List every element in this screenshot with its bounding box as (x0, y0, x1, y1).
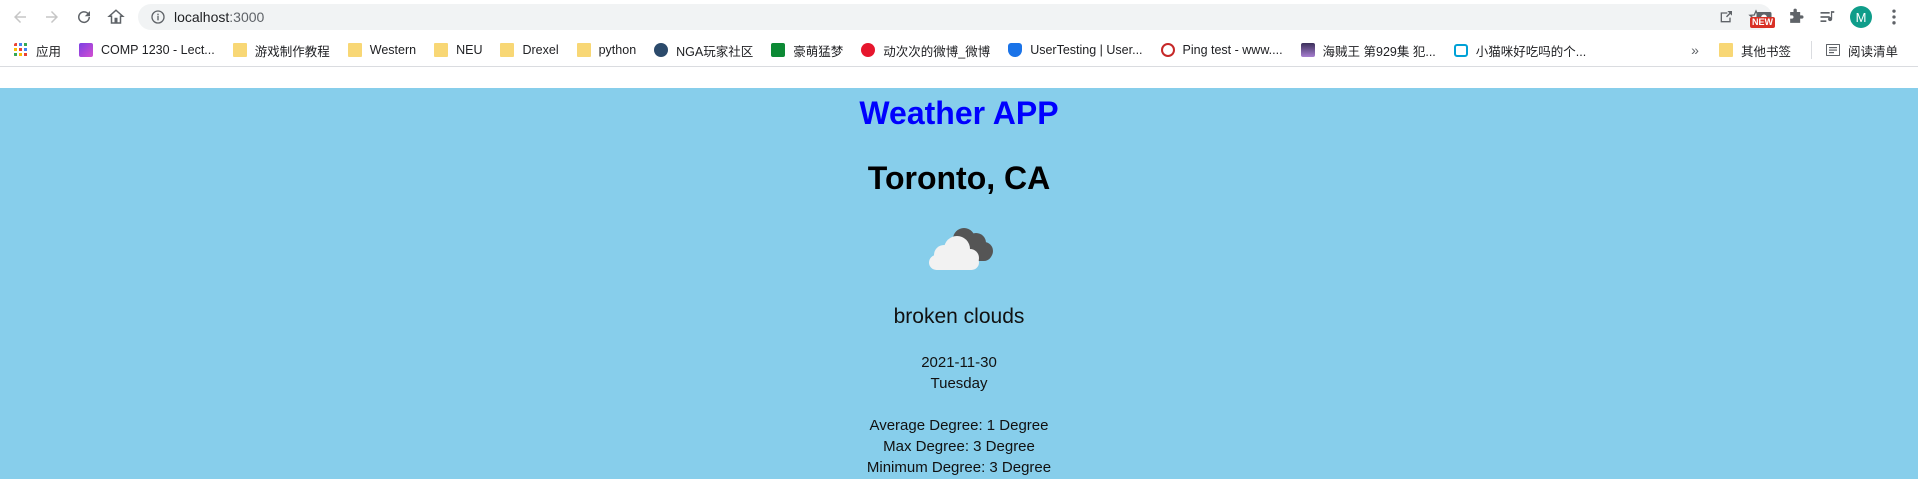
bookmark-label: 游戏制作教程 (254, 44, 330, 59)
bookmark-usertesting[interactable]: UserTesting | User... (1002, 38, 1148, 62)
folder-icon (576, 43, 591, 57)
app-title: Weather APP (859, 95, 1059, 131)
puzzle-icon (1790, 8, 1804, 23)
url-port: :3000 (229, 9, 265, 25)
bookmark-nga[interactable]: NGA玩家社区 (648, 38, 759, 62)
folder-icon (347, 43, 362, 57)
arrow-right-icon (46, 11, 58, 23)
new-badge: NEW (1750, 17, 1775, 28)
bookmark-apps[interactable]: 应用 (8, 38, 67, 62)
bookmark-folder-game[interactable]: 游戏制作教程 (227, 38, 336, 62)
share-icon[interactable] (1718, 9, 1734, 25)
divider (1810, 41, 1812, 59)
max-degree: Max Degree: 3 Degree (883, 438, 1035, 455)
bookmark-comp1230[interactable]: COMP 1230 - Lect... (73, 38, 221, 62)
bookmark-label: 应用 (36, 44, 62, 59)
info-icon[interactable] (150, 9, 166, 25)
bookmark-label: NGA玩家社区 (676, 44, 754, 59)
browser-toolbar: localhost:3000 NEW M (0, 0, 1918, 34)
folder-icon (434, 43, 449, 57)
forecast-date: 2021-11-30 (921, 354, 997, 371)
weibo-icon (861, 43, 876, 57)
reading-list-icon (1825, 44, 1840, 56)
weather-page: Weather APP Toronto, CA broken clouds 20… (0, 88, 1918, 479)
url-text[interactable]: localhost:3000 (174, 9, 264, 25)
weather-description: broken clouds (893, 305, 1025, 328)
course-icon (79, 43, 94, 57)
address-bar[interactable]: localhost:3000 (138, 4, 1772, 30)
average-degree: Average Degree: 1 Degree (869, 417, 1049, 434)
apps-grid-icon (14, 43, 27, 56)
profile-avatar[interactable]: M (1850, 6, 1872, 28)
forecast-day: Tuesday (930, 375, 988, 392)
bookmark-label: 海贼王 第929集 犯... (1322, 44, 1436, 59)
bookmark-folder-python[interactable]: python (571, 38, 643, 62)
screenshot-extension-icon[interactable]: NEW (1750, 7, 1775, 28)
bookmark-label: Western (369, 43, 417, 57)
bookmark-label: Ping test - www.... (1182, 43, 1283, 57)
url-host: localhost (174, 9, 230, 25)
bookmark-label: 小猫咪好吃吗的个... (1475, 44, 1587, 59)
bookmark-onepiece[interactable]: 海贼王 第929集 犯... (1295, 38, 1442, 62)
playlist-icon (1820, 11, 1835, 22)
bookmark-label: UserTesting | User... (1030, 43, 1143, 57)
douban-icon (771, 43, 786, 57)
bookmark-folder-neu[interactable]: NEU (428, 38, 488, 62)
bookmark-weibo[interactable]: 动次次的微博_微博 (855, 38, 996, 62)
bookmark-bilibili[interactable]: 小猫咪好吃吗的个... (1448, 38, 1592, 62)
kebab-menu-icon (1892, 9, 1896, 25)
bookmark-label: Drexel (522, 43, 559, 57)
bookmark-label: 动次次的微博_微博 (883, 44, 991, 59)
folder-icon (1718, 43, 1733, 57)
nga-icon (654, 43, 669, 57)
media-control-button[interactable] (1818, 7, 1838, 27)
ping-icon (1160, 43, 1175, 57)
extensions-button[interactable] (1786, 7, 1806, 27)
folder-icon (500, 43, 515, 57)
bookmark-folder-western[interactable]: Western (342, 38, 422, 62)
browser-menu-button[interactable] (1884, 7, 1904, 27)
home-icon (107, 9, 125, 24)
bookmark-folder-drexel[interactable]: Drexel (494, 38, 564, 62)
bookmark-other[interactable]: 其他书签 (1713, 38, 1797, 62)
anime-icon (1300, 43, 1315, 57)
bookmark-label: NEU (456, 43, 483, 57)
folder-icon (232, 43, 247, 57)
min-degree: Minimum Degree: 3 Degree (866, 459, 1052, 476)
back-button[interactable] (8, 5, 32, 29)
reading-list-button[interactable]: 阅读清单 (1820, 38, 1904, 62)
bilibili-icon (1453, 43, 1468, 57)
bookmark-label: 其他书签 (1740, 44, 1791, 59)
bookmark-label: 阅读清单 (1847, 44, 1898, 59)
broken-clouds-icon (929, 228, 993, 270)
bookmark-douban[interactable]: 豪萌猛梦 (765, 38, 849, 62)
reload-button[interactable] (72, 5, 96, 29)
forward-button[interactable] (40, 5, 64, 29)
more-bookmarks-button[interactable]: » (1691, 42, 1699, 58)
bookmark-label: python (598, 43, 637, 57)
bookmark-pingtest[interactable]: Ping test - www.... (1155, 38, 1289, 62)
bookmark-label: COMP 1230 - Lect... (101, 43, 215, 57)
arrow-left-icon (14, 11, 26, 23)
bookmarks-bar: 应用 COMP 1230 - Lect... 游戏制作教程 Western NE… (0, 34, 1918, 67)
city-name: Toronto, CA (867, 160, 1051, 196)
usertesting-icon (1008, 43, 1023, 57)
reload-icon (78, 11, 91, 24)
bookmark-label: 豪萌猛梦 (793, 44, 844, 59)
home-button[interactable] (104, 5, 128, 29)
